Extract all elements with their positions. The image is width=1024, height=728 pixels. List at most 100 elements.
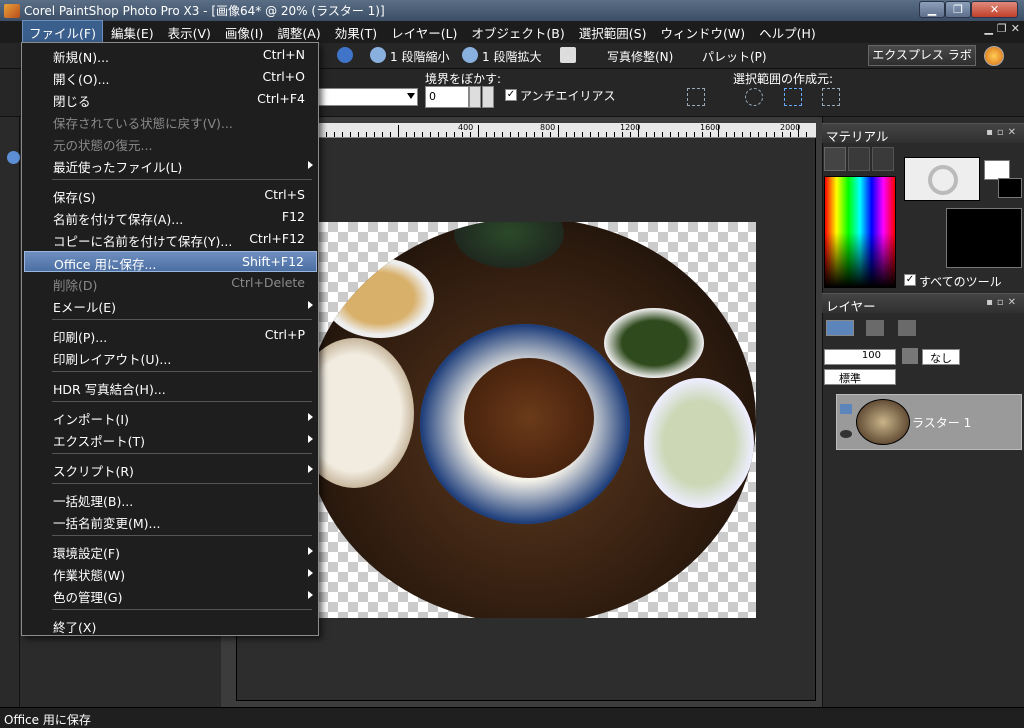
menu-item-batch-rename[interactable]: 一括名前変更(M)... (24, 511, 317, 532)
menu-selections[interactable]: 選択範囲(S) (573, 21, 653, 44)
menu-effects[interactable]: 効果(T) (329, 21, 383, 44)
menu-window[interactable]: ウィンドウ(W) (654, 21, 751, 44)
ruler-tick (590, 132, 591, 137)
menu-item-color-management[interactable]: 色の管理(G) (24, 585, 317, 606)
menu-layers[interactable]: レイヤー(L) (385, 21, 463, 44)
photo-fix-menu[interactable]: 写真修整(N) (607, 48, 673, 65)
menu-item-save[interactable]: 保存(S) Ctrl+S (24, 185, 317, 206)
ruler-tick (694, 132, 695, 137)
mask-field[interactable]: なし (922, 349, 960, 365)
menu-objects[interactable]: オブジェクト(B) (465, 21, 570, 44)
menu-item-open[interactable]: 開く(O)... Ctrl+O (24, 67, 317, 88)
foreground-material-swatch[interactable] (904, 157, 980, 201)
menu-item-new[interactable]: 新規(N)... Ctrl+N (24, 45, 317, 66)
menu-image[interactable]: 画像(I) (219, 21, 269, 44)
menu-edit[interactable]: 編集(E) (105, 21, 160, 44)
submenu-arrow-icon (308, 465, 313, 473)
color-spectrum[interactable] (824, 176, 896, 288)
doc-restore-button[interactable]: ❐ (997, 22, 1007, 35)
menu-item-save-for-office[interactable]: Office 用に保存... Shift+F12 (24, 251, 317, 272)
materials-panel-title: マテリアル ▪▫✕ (822, 123, 1024, 144)
ruler-tick (494, 132, 495, 137)
ruler-tick (542, 132, 543, 137)
layer-opacity-field[interactable]: 100 (824, 349, 896, 365)
zoom-in-button[interactable]: 1 段階拡大 (482, 48, 541, 65)
ruler-tick (758, 132, 759, 137)
background-color-swatch[interactable] (998, 178, 1022, 198)
frame-tab[interactable] (824, 147, 846, 171)
ruler-tick (726, 132, 727, 137)
blend-mode-dropdown[interactable]: 標準 (824, 369, 896, 385)
ruler-tick (518, 132, 519, 137)
feather-spinner[interactable] (469, 86, 481, 108)
learning-center-panel (0, 117, 20, 707)
menu-item-print[interactable]: 印刷(P)... Ctrl+P (24, 325, 317, 346)
image-canvas[interactable] (318, 222, 756, 618)
menu-item-close[interactable]: 閉じる Ctrl+F4 (24, 89, 317, 110)
menu-item-recent-files[interactable]: 最近使ったファイル(L) (24, 155, 317, 176)
feather-input[interactable]: 0 (425, 86, 469, 108)
panel-window-controls[interactable]: ▪▫✕ (986, 127, 1020, 138)
ruler-tick (350, 132, 351, 137)
select-opaque-icon[interactable] (745, 88, 763, 106)
menu-help[interactable]: ヘルプ(H) (753, 21, 822, 44)
feather-dropdown[interactable] (482, 86, 494, 108)
menu-adjust[interactable]: 調整(A) (271, 21, 326, 44)
select-merged-icon[interactable] (822, 88, 840, 106)
express-lab-button[interactable]: エクスプレス ラボ (868, 45, 976, 66)
background-material-swatch[interactable] (946, 208, 1022, 268)
visibility-eye-icon[interactable] (840, 430, 852, 438)
new-layer-icon[interactable] (826, 320, 854, 336)
antialias-checkbox[interactable]: ✓ (505, 89, 517, 101)
doc-close-button[interactable]: ✕ (1011, 22, 1020, 35)
swatches-tab[interactable] (872, 147, 894, 171)
delete-layer-icon[interactable] (866, 320, 884, 336)
menu-item-batch-process[interactable]: 一括処理(B)... (24, 489, 317, 510)
selection-type-dropdown[interactable] (318, 88, 418, 106)
minimize-button[interactable]: ▁ (919, 1, 945, 18)
foreground-color-swatch[interactable] (984, 160, 1010, 180)
back-icon[interactable] (7, 151, 20, 164)
menu-separator (52, 535, 312, 536)
menu-item-save-as[interactable]: 名前を付けて保存(A)... F12 (24, 207, 317, 228)
menu-item-email[interactable]: Eメール(E) (24, 295, 317, 316)
doc-minimize-button[interactable]: ▁ (984, 22, 992, 35)
select-all-icon[interactable] (687, 88, 705, 106)
select-layer-icon[interactable] (784, 88, 802, 106)
page-icon[interactable] (560, 47, 576, 63)
ruler-tick (574, 132, 575, 137)
material-tabs[interactable] (824, 147, 894, 173)
zoom-out-icon[interactable] (370, 47, 386, 63)
menu-item-export[interactable]: エクスポート(T) (24, 429, 317, 450)
menu-item-preferences[interactable]: 環境設定(F) (24, 541, 317, 562)
menu-item-revert: 保存されている状態に戻す(V)... (53, 116, 233, 131)
edit-mask-icon[interactable] (902, 348, 918, 364)
rainbow-tab[interactable] (848, 147, 870, 171)
ruler-tick (654, 132, 655, 137)
menu-item-print-layout[interactable]: 印刷レイアウト(U)... (24, 347, 317, 368)
panel-window-controls[interactable]: ▪▫✕ (986, 297, 1020, 308)
palette-menu[interactable]: パレット(P) (702, 48, 767, 65)
extras-icon[interactable] (984, 46, 1004, 66)
ruler-tick (406, 132, 407, 137)
menu-view[interactable]: 表示(V) (162, 21, 217, 44)
maximize-button[interactable]: ❐ (945, 1, 971, 18)
info-icon[interactable] (337, 47, 353, 63)
zoom-in-icon[interactable] (462, 47, 478, 63)
menu-item-import[interactable]: インポート(I) (24, 407, 317, 428)
menu-item-exit[interactable]: 終了(X) (24, 615, 317, 636)
menu-item-hdr-merge[interactable]: HDR 写真結合(H)... (24, 377, 317, 398)
layer-properties-icon[interactable] (898, 320, 916, 336)
ruler-tick (470, 132, 471, 137)
all-tools-checkbox[interactable]: ✓ (904, 274, 916, 286)
menu-item-script[interactable]: スクリプト(R) (24, 459, 317, 480)
ruler-tick (734, 132, 735, 137)
status-text: Office 用に保存 (4, 713, 91, 727)
menu-item-save-copy-as[interactable]: コピーに名前を付けて保存(Y)... Ctrl+F12 (24, 229, 317, 250)
layer-name[interactable]: ラスター 1 (912, 414, 971, 431)
menu-item-workspace[interactable]: 作業状態(W) (24, 563, 317, 584)
zoom-out-button[interactable]: 1 段階縮小 (390, 48, 449, 65)
menu-file[interactable]: ファイル(F) (22, 19, 103, 45)
close-button[interactable]: ✕ (971, 1, 1018, 18)
menu-separator (52, 319, 312, 320)
